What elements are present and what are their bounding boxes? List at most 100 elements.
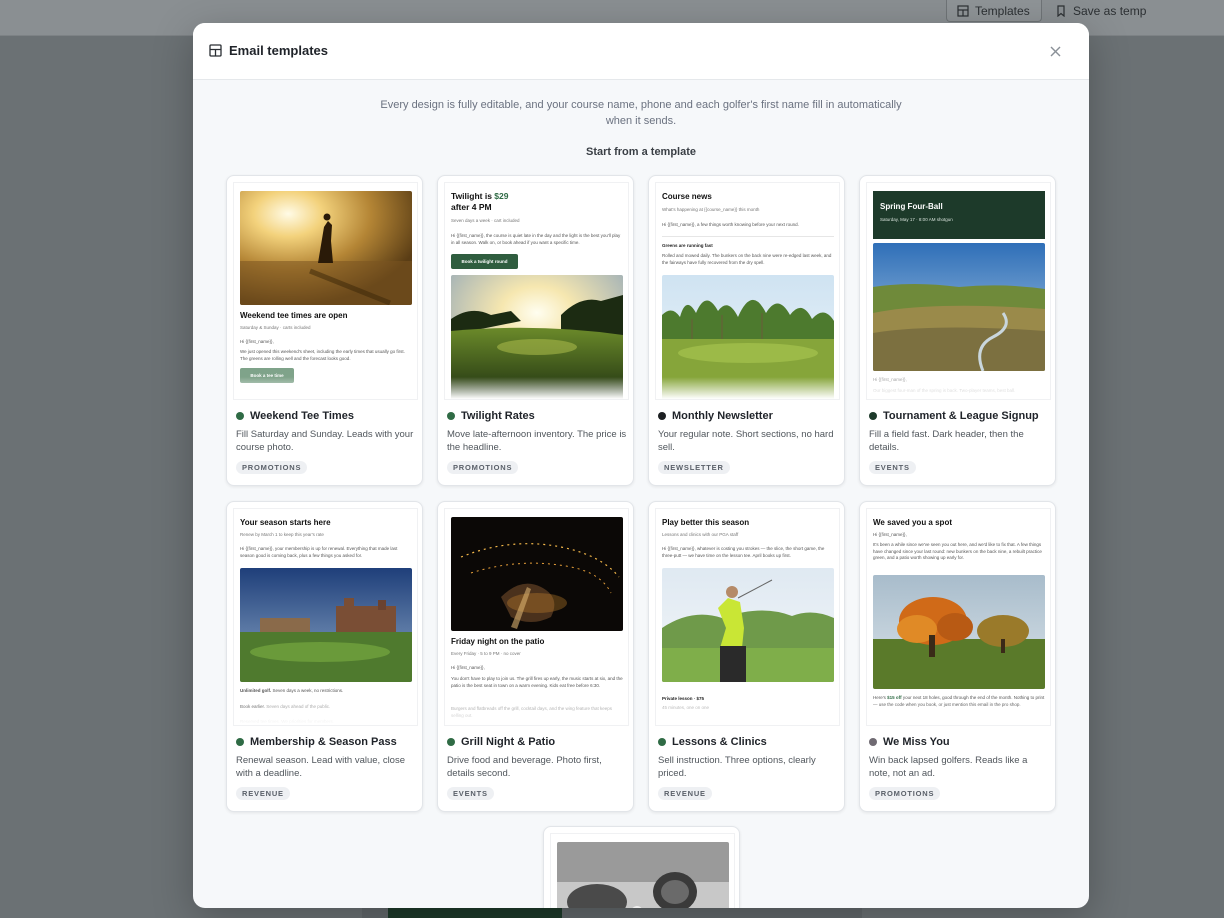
preview-subhead: Renew by March 1 to keep this year's rat… — [240, 532, 324, 537]
preview-headline: Twilight is $29 after 4 PM — [451, 191, 601, 213]
preview-headline: Course news — [662, 192, 712, 201]
template-name: Grill Night & Patio — [447, 736, 627, 748]
template-preview: Your season starts here Renew by March 1… — [233, 508, 418, 726]
preview-fade — [867, 377, 1050, 399]
template-name: Twilight Rates — [447, 410, 627, 422]
preview-dark-header: Spring Four-Ball Saturday, May 17 · 8:00… — [873, 191, 1045, 239]
preview-body: It's been a while since we've seen you o… — [873, 542, 1042, 560]
preview-button: Book a twilight round — [451, 254, 518, 269]
template-name-text: Tournament & League Signup — [883, 410, 1039, 422]
template-name: Monthly Newsletter — [658, 410, 838, 422]
preview-headline: Your season starts here — [240, 518, 331, 527]
preview-divider — [662, 236, 834, 237]
category-dot — [447, 412, 455, 420]
preview-fade — [656, 377, 839, 399]
preview-subhead: Every Friday · 5 to 9 PM · no cover — [451, 651, 521, 656]
preview-fade — [867, 703, 1050, 725]
template-card-monthly-newsletter[interactable]: Course news What's happening at {{course… — [648, 175, 845, 486]
template-name-text: Lessons & Clinics — [672, 736, 767, 748]
save-as-template-button[interactable]: Save as temp — [1044, 0, 1164, 22]
save-as-template-label: Save as temp — [1073, 3, 1147, 18]
template-preview — [550, 833, 735, 908]
category-tag: PROMOTIONS — [869, 787, 941, 800]
preview-headline: Play better this season — [662, 518, 750, 527]
preview-benefit-1: Unlimited golf. Seven days a week, no re… — [240, 688, 412, 695]
template-info: Grill Night & Patio Drive food and bever… — [447, 736, 627, 801]
layout-icon — [209, 44, 222, 57]
preview-headline-price: $29 — [494, 191, 509, 201]
category-dot — [869, 412, 877, 420]
category-tag: PROMOTIONS — [447, 461, 519, 474]
template-preview: Twilight is $29 after 4 PM Seven days a … — [444, 182, 629, 400]
layout-icon — [957, 4, 969, 17]
template-preview: Weekend tee times are open Saturday & Su… — [233, 182, 418, 400]
preview-greeting: Hi {{first_name}}, — [451, 665, 485, 670]
category-dot — [869, 738, 877, 746]
template-description: Your regular note. Short sections, no ha… — [658, 429, 834, 453]
template-card-weekend-tee-times[interactable]: Weekend tee times are open Saturday & Su… — [226, 175, 423, 486]
category-tag: REVENUE — [658, 787, 712, 800]
preview-fade — [445, 377, 628, 399]
template-name: Weekend Tee Times — [236, 410, 416, 422]
category-tag: NEWSLETTER — [658, 461, 730, 474]
email-templates-modal: Email templates Every design is fully ed… — [193, 23, 1089, 908]
template-name-text: Weekend Tee Times — [250, 410, 354, 422]
preview-subhead: Saturday & Sunday · carts included — [240, 325, 311, 330]
templates-button[interactable]: Templates — [946, 0, 1042, 22]
bookmark-icon — [1057, 4, 1065, 17]
preview-greeting: Hi {{first_name}}, a few things worth kn… — [662, 222, 799, 227]
preview-body: Hi {{first_name}}, your membership is up… — [240, 546, 398, 558]
preview-benefit-1-bold: Unlimited golf. — [240, 688, 272, 693]
preview-fade — [656, 703, 839, 725]
preview-subhead: Lessons and clinics with our PGA staff — [662, 532, 739, 537]
template-name-text: Twilight Rates — [461, 410, 535, 422]
section-heading: Start from a template — [585, 146, 697, 158]
template-card-grill-night-patio[interactable]: Friday night on the patio Every Friday ·… — [437, 501, 634, 812]
category-dot — [236, 412, 244, 420]
template-description: Drive food and beverage. Photo first, de… — [447, 755, 602, 779]
preview-headline-a: Twilight is — [451, 191, 495, 201]
preview-body: Hi {{first_name}}, whatever is costing y… — [662, 546, 825, 558]
category-tag: PROMOTIONS — [236, 461, 308, 474]
template-card-we-miss-you[interactable]: We saved you a spot Hi {{first_name}}, I… — [859, 501, 1056, 812]
template-info: Weekend Tee Times Fill Saturday and Sund… — [236, 410, 416, 475]
modal-title-text: Email templates — [229, 43, 328, 58]
template-name-text: Membership & Season Pass — [250, 736, 397, 748]
preview-headline: Friday night on the patio — [451, 637, 545, 646]
golf-clubs-image — [557, 842, 729, 908]
template-preview: Spring Four-Ball Saturday, May 17 · 8:00… — [866, 182, 1051, 400]
editor-block — [388, 908, 562, 918]
category-tag: EVENTS — [869, 461, 916, 474]
modal-header: Email templates — [193, 23, 1089, 80]
preview-fade — [234, 377, 417, 399]
category-dot — [236, 738, 244, 746]
links-course-image — [873, 243, 1045, 371]
preview-subhead: Seven days a week · cart included — [451, 218, 520, 223]
preview-headline: Weekend tee times are open — [240, 311, 348, 320]
preview-body: Hi {{first_name}}, the course is quiet l… — [451, 233, 621, 245]
category-dot — [658, 412, 666, 420]
template-description: Fill a field fast. Dark header, then the… — [869, 429, 1024, 453]
preview-greeting: Hi {{first_name}}, — [873, 532, 907, 537]
modal-title: Email templates — [209, 43, 328, 58]
template-card-twilight-rates[interactable]: Twilight is $29 after 4 PM Seven days a … — [437, 175, 634, 486]
template-info: We Miss You Win back lapsed golfers. Rea… — [869, 736, 1049, 801]
template-card-lessons-clinics[interactable]: Play better this season Lessons and clin… — [648, 501, 845, 812]
preview-body: You don't have to play to join us. The g… — [451, 676, 623, 688]
preview-subhead: What's happening at {{course_name}} this… — [662, 207, 760, 212]
close-button[interactable] — [1045, 41, 1065, 61]
preview-headline-b: after 4 PM — [451, 202, 492, 212]
preview-benefit-1-text: Seven days a week, no restrictions. — [271, 688, 344, 693]
preview-greeting: Hi {{first_name}}, — [240, 339, 274, 344]
category-dot — [658, 738, 666, 746]
template-info: Membership & Season Pass Renewal season.… — [236, 736, 416, 801]
template-card-tournament-league-signup[interactable]: Spring Four-Ball Saturday, May 17 · 8:00… — [859, 175, 1056, 486]
preview-price-line: Private lesson · $75 — [662, 696, 705, 701]
template-card-partial[interactable] — [543, 826, 740, 908]
template-preview: Course news What's happening at {{course… — [655, 182, 840, 400]
golfer-swing-image — [662, 568, 834, 682]
close-icon — [1050, 46, 1060, 56]
template-description: Renewal season. Lead with value, close w… — [236, 755, 405, 779]
template-name-text: We Miss You — [883, 736, 950, 748]
template-card-membership-season-pass[interactable]: Your season starts here Renew by March 1… — [226, 501, 423, 812]
